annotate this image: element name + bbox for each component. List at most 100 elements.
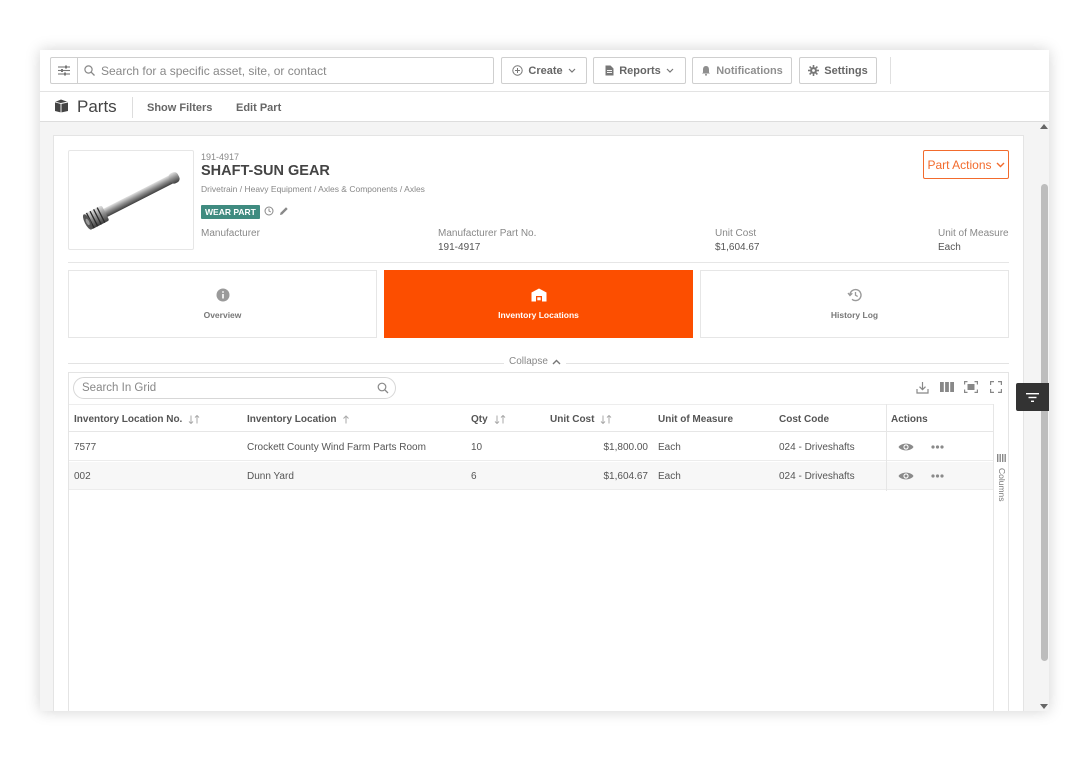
- part-name: SHAFT-SUN GEAR: [201, 163, 330, 179]
- tab-history-log-label: History Log: [830, 310, 879, 320]
- unit-of-measure-value: Each: [938, 242, 961, 253]
- manufacturer-label: Manufacturer: [201, 228, 260, 239]
- chevron-down-icon: [568, 68, 576, 73]
- cost-code-cell: 024 - Driveshafts: [779, 471, 855, 482]
- part-number: 191-4917: [201, 152, 240, 162]
- qty-cell: 6: [471, 471, 477, 482]
- reports-button[interactable]: Reports: [593, 57, 686, 84]
- notifications-label: Notifications: [716, 64, 783, 77]
- part-panel: 191-4917 SHAFT-SUN GEAR Drivetrain / Hea…: [53, 135, 1024, 711]
- location-cell: Dunn Yard: [247, 471, 294, 482]
- view-eye-icon[interactable]: [898, 471, 914, 481]
- columns-side-panel[interactable]: [993, 404, 1009, 711]
- unit-cost-cell: $1,604.67: [603, 471, 649, 482]
- page-title: Parts: [77, 97, 117, 116]
- grid-header: Inventory Location No. Inventory Locatio…: [69, 404, 993, 432]
- cost-code-cell: 024 - Driveshafts: [779, 442, 855, 453]
- column-header-label: Inventory Location: [247, 414, 337, 425]
- download-icon[interactable]: [916, 381, 929, 394]
- table-row[interactable]: 7577 Crockett County Wind Farm Parts Roo…: [69, 433, 993, 461]
- inventory-grid: Inventory Location No. Inventory Locatio…: [68, 372, 1009, 711]
- column-header-label: Unit Cost: [550, 414, 595, 425]
- sort-icon: [188, 415, 200, 424]
- more-options-icon[interactable]: [931, 445, 944, 449]
- search-filter-button[interactable]: [50, 57, 78, 84]
- column-header-location[interactable]: Inventory Location: [247, 414, 350, 425]
- app-window: Create Reports Notifications Settings Pa…: [40, 50, 1049, 711]
- unit-cost-value: $1,604.67: [715, 242, 760, 253]
- history-icon: [847, 288, 862, 302]
- content-area: 191-4917 SHAFT-SUN GEAR Drivetrain / Hea…: [40, 122, 1049, 711]
- bell-icon: [702, 66, 711, 76]
- column-header-label: Unit of Measure: [658, 414, 734, 425]
- column-header-location-no[interactable]: Inventory Location No.: [74, 414, 200, 425]
- scroll-down-arrow[interactable]: [1040, 704, 1048, 709]
- chevron-up-icon: [552, 359, 561, 364]
- notifications-button[interactable]: Notifications: [692, 57, 792, 84]
- gear-icon: [808, 65, 820, 76]
- grid-search: [73, 377, 396, 399]
- location-no-cell: 7577: [74, 442, 97, 453]
- sort-icon: [494, 415, 506, 424]
- tab-history-log[interactable]: History Log: [700, 270, 1009, 338]
- scroll-up-arrow[interactable]: [1040, 124, 1048, 129]
- column-header-actions: Actions: [891, 414, 928, 425]
- warehouse-icon: [531, 288, 546, 302]
- floating-filter-button[interactable]: [1016, 383, 1049, 411]
- document-icon: [605, 65, 614, 76]
- part-actions-label: Part Actions: [927, 157, 992, 172]
- settings-label: Settings: [824, 64, 868, 77]
- manufacturer-part-no-value: 191-4917: [438, 242, 481, 253]
- fullscreen-icon[interactable]: [990, 381, 1002, 393]
- details-divider: [68, 262, 1009, 263]
- part-actions-button[interactable]: Part Actions: [923, 150, 1009, 179]
- history-icon[interactable]: [264, 206, 274, 216]
- column-header-unit-of-measure[interactable]: Unit of Measure: [658, 414, 733, 425]
- settings-button[interactable]: Settings: [799, 57, 877, 84]
- grid-search-input[interactable]: [82, 382, 372, 394]
- uom-cell: Each: [658, 471, 681, 482]
- create-button[interactable]: Create: [501, 57, 587, 84]
- pencil-icon[interactable]: [279, 206, 289, 216]
- part-image: [68, 150, 194, 250]
- part-category-path: Drivetrain / Heavy Equipment / Axles & C…: [201, 184, 425, 194]
- tab-inventory-locations[interactable]: Inventory Locations: [384, 270, 693, 338]
- sort-icon: [601, 415, 612, 424]
- location-no-cell: 002: [74, 471, 91, 482]
- page-header: Parts Show Filters Edit Part: [40, 92, 1049, 122]
- top-bar: Create Reports Notifications Settings: [40, 50, 1049, 92]
- columns-panel-label[interactable]: Columns: [997, 468, 1007, 502]
- chevron-down-icon: [996, 162, 1005, 167]
- plus-circle-icon: [512, 65, 524, 76]
- search-icon[interactable]: [377, 382, 389, 394]
- column-header-qty[interactable]: Qty: [471, 414, 506, 425]
- scrollbar-thumb[interactable]: [1041, 184, 1048, 661]
- tab-overview[interactable]: Overview: [68, 270, 377, 338]
- reports-label: Reports: [619, 64, 661, 77]
- column-header-unit-cost[interactable]: Unit Cost: [550, 414, 612, 425]
- unit-cost-cell: $1,800.00: [603, 442, 649, 453]
- actions-column-divider: [886, 404, 887, 491]
- show-filters-link[interactable]: Show Filters: [147, 102, 212, 114]
- header-divider: [132, 97, 133, 118]
- collapse-toggle-row: Collapse: [68, 356, 1009, 372]
- tab-inventory-locations-label: Inventory Locations: [498, 310, 579, 320]
- unit-cost-label: Unit Cost: [715, 228, 757, 239]
- view-eye-icon[interactable]: [898, 442, 914, 452]
- more-options-icon[interactable]: [931, 474, 944, 478]
- collapse-button[interactable]: Collapse: [504, 356, 566, 367]
- filter-icon: [1026, 392, 1039, 402]
- parts-box-icon: [54, 99, 69, 113]
- table-row[interactable]: 002 Dunn Yard 6 $1,604.67 Each 024 - Dri…: [69, 462, 993, 490]
- fit-screen-icon[interactable]: [964, 381, 978, 393]
- edit-part-link[interactable]: Edit Part: [236, 102, 281, 114]
- column-header-cost-code[interactable]: Cost Code: [779, 414, 829, 425]
- columns-icon[interactable]: [940, 381, 954, 393]
- column-header-label: Actions: [891, 414, 928, 425]
- toolbar-divider: [890, 57, 891, 84]
- qty-cell: 10: [471, 442, 483, 453]
- column-header-label: Inventory Location No.: [74, 414, 183, 425]
- info-icon: [216, 288, 229, 302]
- shaft-gear-illustration: [82, 172, 180, 230]
- global-search-input[interactable]: [101, 63, 481, 78]
